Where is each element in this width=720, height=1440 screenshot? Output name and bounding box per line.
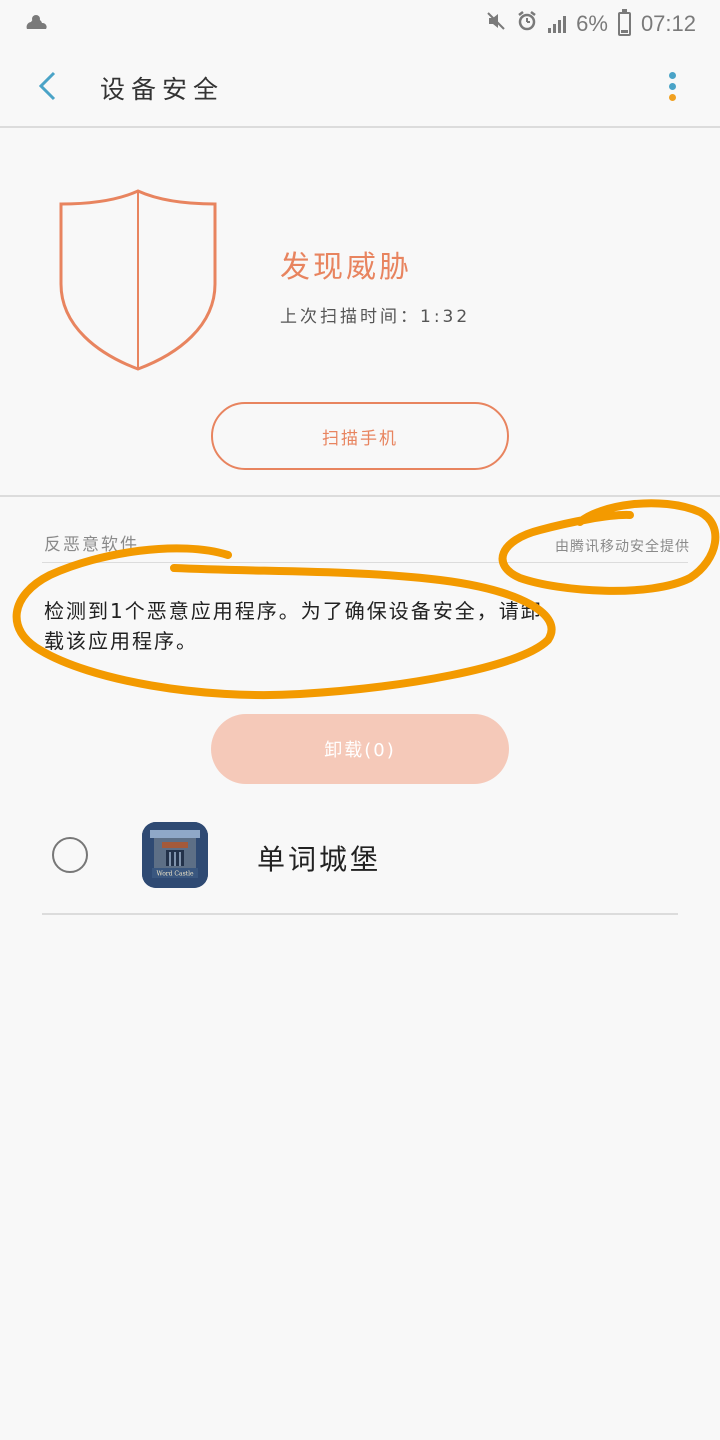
uninstall-button[interactable]: 卸载(0)	[211, 714, 509, 784]
more-options-button[interactable]	[660, 66, 684, 106]
page-title: 设备安全	[100, 75, 225, 104]
app-name: 单词城堡	[257, 843, 382, 876]
weather-icon	[24, 10, 50, 38]
app-icon: Word Castle	[142, 822, 208, 888]
status-icons: 6% 07:12	[486, 9, 696, 38]
divider	[0, 495, 720, 497]
shield-icon	[59, 189, 217, 371]
provider-label: 由腾讯移动安全提供	[555, 539, 690, 555]
menu-dot	[668, 82, 676, 90]
select-radio-button[interactable]	[52, 837, 88, 873]
back-button[interactable]	[28, 66, 68, 106]
scan-phone-button[interactable]: 扫描手机	[211, 402, 509, 470]
status-bar: 6% 07:12	[0, 0, 720, 48]
list-item[interactable]: Word Castle 单词城堡	[42, 812, 678, 912]
menu-dot	[668, 93, 676, 101]
divider	[42, 913, 678, 915]
divider	[0, 126, 720, 128]
mute-icon	[486, 11, 506, 37]
menu-dot	[668, 71, 676, 79]
divider	[42, 562, 688, 563]
alarm-icon	[516, 10, 538, 38]
battery-percent: 6%	[576, 11, 608, 36]
castle-icon: Word Castle	[142, 822, 208, 888]
clock: 07:12	[640, 11, 696, 36]
app-icon-text: Word Castle	[156, 871, 194, 878]
battery-icon	[617, 9, 631, 36]
app-bar: 设备安全	[0, 48, 720, 126]
signal-icon	[548, 15, 567, 33]
threat-status-title: 发现威胁	[280, 250, 412, 285]
last-scan-time: 上次扫描时间：1:32	[280, 307, 471, 327]
back-arrow-icon	[38, 71, 56, 101]
section-label-anti-malware: 反恶意软件	[44, 535, 139, 555]
malware-message: 检测到1个恶意应用程序。为了确保设备安全，请卸载该应用程序。	[44, 599, 543, 653]
